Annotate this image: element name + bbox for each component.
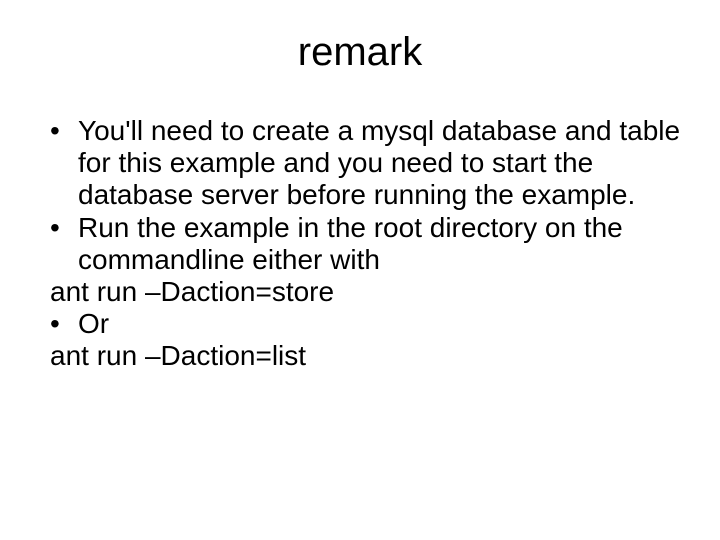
code-line: ant run –Daction=store <box>50 276 690 308</box>
slide-content: • You'll need to create a mysql database… <box>30 115 690 373</box>
bullet-text: Or <box>78 308 690 340</box>
slide: remark • You'll need to create a mysql d… <box>0 0 720 540</box>
bullet-text: You'll need to create a mysql database a… <box>78 115 690 212</box>
code-line: ant run –Daction=list <box>50 340 690 372</box>
bullet-item: • You'll need to create a mysql database… <box>50 115 690 212</box>
bullet-icon: • <box>50 115 78 147</box>
bullet-item: • Or <box>50 308 690 340</box>
bullet-text: Run the example in the root directory on… <box>78 212 690 276</box>
slide-title: remark <box>30 30 690 75</box>
bullet-icon: • <box>50 212 78 244</box>
bullet-item: • Run the example in the root directory … <box>50 212 690 276</box>
bullet-icon: • <box>50 308 78 340</box>
